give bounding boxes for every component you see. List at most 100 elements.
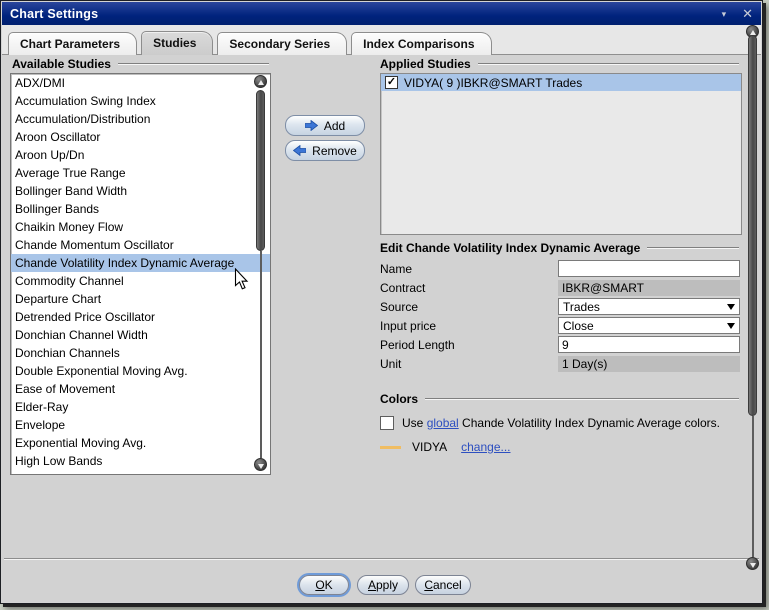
vidya-color-row: VIDYA change... xyxy=(380,440,511,454)
vidya-label: VIDYA xyxy=(412,440,447,454)
tab-secondary-series[interactable]: Secondary Series xyxy=(217,32,347,55)
add-button-label: Add xyxy=(324,119,345,133)
study-list-item[interactable]: Aroon Oscillator xyxy=(11,128,270,146)
titlebar[interactable]: Chart Settings ▾ ✕ xyxy=(2,2,761,25)
scroll-up-button[interactable] xyxy=(254,75,267,88)
tab-strip: Chart ParametersStudiesSecondary SeriesI… xyxy=(2,25,761,55)
arrow-right-icon xyxy=(305,120,318,131)
field-row: Name xyxy=(380,259,740,278)
study-list-item[interactable]: Accumulation Swing Index xyxy=(11,92,270,110)
use-global-colors-checkbox[interactable] xyxy=(380,416,394,430)
available-studies-label: Available Studies xyxy=(12,57,111,71)
header-rule xyxy=(478,63,739,65)
field-row: ContractIBKR@SMART xyxy=(380,278,740,297)
close-icon[interactable]: ✕ xyxy=(734,2,761,25)
header-rule xyxy=(647,247,739,249)
tab-index-comparisons[interactable]: Index Comparisons xyxy=(351,32,491,55)
study-list-item[interactable]: Chande Volatility Index Dynamic Average xyxy=(11,254,270,272)
study-list-item[interactable]: Average True Range xyxy=(11,164,270,182)
study-list-item[interactable]: Exponential Moving Avg. xyxy=(11,434,270,452)
window-menu-icon[interactable]: ▾ xyxy=(714,1,735,26)
add-button[interactable]: Add xyxy=(285,115,365,136)
applied-studies-label: Applied Studies xyxy=(380,57,471,71)
change-color-link[interactable]: change... xyxy=(461,440,510,454)
up-arrow-icon xyxy=(258,80,264,85)
scrollbar-track[interactable] xyxy=(260,251,262,458)
edit-section-header: Edit Chande Volatility Index Dynamic Ave… xyxy=(380,241,739,255)
study-list-item[interactable]: Bollinger Band Width xyxy=(11,182,270,200)
edit-section-label: Edit Chande Volatility Index Dynamic Ave… xyxy=(380,241,640,255)
scroll-down-button[interactable] xyxy=(746,557,759,570)
field-label: Source xyxy=(380,300,558,314)
scrollbar-thumb[interactable] xyxy=(748,35,757,416)
field-label: Input price xyxy=(380,319,558,333)
tab-chart-parameters[interactable]: Chart Parameters xyxy=(8,32,137,55)
study-list-item[interactable]: Departure Chart xyxy=(11,290,270,308)
field-name[interactable] xyxy=(558,260,740,277)
ok-button[interactable]: OK xyxy=(299,575,349,595)
scroll-down-button[interactable] xyxy=(254,458,267,471)
field-row: Period Length xyxy=(380,335,740,354)
arrow-left-icon xyxy=(293,145,306,156)
field-period-length[interactable] xyxy=(558,336,740,353)
remove-button[interactable]: Remove xyxy=(285,140,365,161)
select-value: Close xyxy=(563,319,594,333)
global-link[interactable]: global xyxy=(427,416,459,430)
applied-study-checkbox[interactable]: ✓ xyxy=(385,76,398,89)
study-list-item[interactable]: Envelope xyxy=(11,416,270,434)
colors-section-header: Colors xyxy=(380,392,739,406)
dropdown-arrow-icon xyxy=(727,304,735,310)
field-row: Unit1 Day(s) xyxy=(380,354,740,373)
field-source[interactable]: Trades xyxy=(558,298,740,315)
apply-button[interactable]: Apply xyxy=(357,575,409,595)
field-row: Source Trades xyxy=(380,297,740,316)
vidya-color-swatch xyxy=(380,446,401,449)
scrollbar-track[interactable] xyxy=(752,416,754,557)
study-list-item[interactable]: Bollinger Bands xyxy=(11,200,270,218)
scrollbar-thumb[interactable] xyxy=(256,90,265,251)
study-list-item[interactable]: Commodity Channel xyxy=(11,272,270,290)
dialog-scrollbar[interactable] xyxy=(745,25,760,572)
study-list-item[interactable]: Detrended Price Oscillator xyxy=(11,308,270,326)
study-list-item[interactable]: Chaikin Money Flow xyxy=(11,218,270,236)
field-label: Name xyxy=(380,262,558,276)
cancel-button[interactable]: Cancel xyxy=(415,575,471,595)
study-list-item[interactable]: Elder-Ray xyxy=(11,398,270,416)
applied-study-row[interactable]: ✓ VIDYA( 9 )IBKR@SMART Trades xyxy=(381,74,741,91)
study-list-item[interactable]: ADX/DMI xyxy=(11,74,270,92)
study-list-item[interactable]: Aroon Up/Dn xyxy=(11,146,270,164)
use-global-text: Use global Chande Volatility Index Dynam… xyxy=(402,416,720,430)
tab-studies[interactable]: Studies xyxy=(141,31,213,55)
study-list-item[interactable]: Chande Momentum Oscillator xyxy=(11,236,270,254)
study-list-item[interactable]: High Low Bands xyxy=(11,452,270,470)
study-list-item[interactable]: Donchian Channel Width xyxy=(11,326,270,344)
header-rule xyxy=(118,63,269,65)
use-global-colors-row: Use global Chande Volatility Index Dynam… xyxy=(380,416,720,430)
field-contract: IBKR@SMART xyxy=(558,280,740,296)
colors-section-label: Colors xyxy=(380,392,418,406)
window-title: Chart Settings xyxy=(2,7,98,21)
field-input-price[interactable]: Close xyxy=(558,317,740,334)
field-row: Input price Close xyxy=(380,316,740,335)
content-area: Available Studies ADX/DMIAccumulation Sw… xyxy=(2,55,761,602)
study-list-item[interactable]: Ease of Movement xyxy=(11,380,270,398)
down-arrow-icon xyxy=(750,563,756,568)
applied-studies-list[interactable]: ✓ VIDYA( 9 )IBKR@SMART Trades xyxy=(380,73,742,235)
field-label: Period Length xyxy=(380,338,558,352)
header-rule xyxy=(425,398,739,400)
screen: Chart Settings ▾ ✕ Chart ParametersStudi… xyxy=(0,0,769,610)
chart-settings-dialog: Chart Settings ▾ ✕ Chart ParametersStudi… xyxy=(0,0,763,604)
applied-study-label: VIDYA( 9 )IBKR@SMART Trades xyxy=(404,76,582,90)
tabs: Chart ParametersStudiesSecondary SeriesI… xyxy=(8,31,492,55)
field-label: Contract xyxy=(380,281,558,295)
down-arrow-icon xyxy=(258,464,264,469)
field-label: Unit xyxy=(380,357,558,371)
field-unit: 1 Day(s) xyxy=(558,356,740,372)
study-list-item[interactable]: Accumulation/Distribution xyxy=(11,110,270,128)
study-list-item[interactable]: Double Exponential Moving Avg. xyxy=(11,362,270,380)
study-list-item[interactable]: Donchian Channels xyxy=(11,344,270,362)
available-list-scrollbar[interactable] xyxy=(254,74,268,472)
remove-button-label: Remove xyxy=(312,144,357,158)
available-studies-list[interactable]: ADX/DMIAccumulation Swing IndexAccumulat… xyxy=(10,73,271,475)
select-value: Trades xyxy=(563,300,600,314)
